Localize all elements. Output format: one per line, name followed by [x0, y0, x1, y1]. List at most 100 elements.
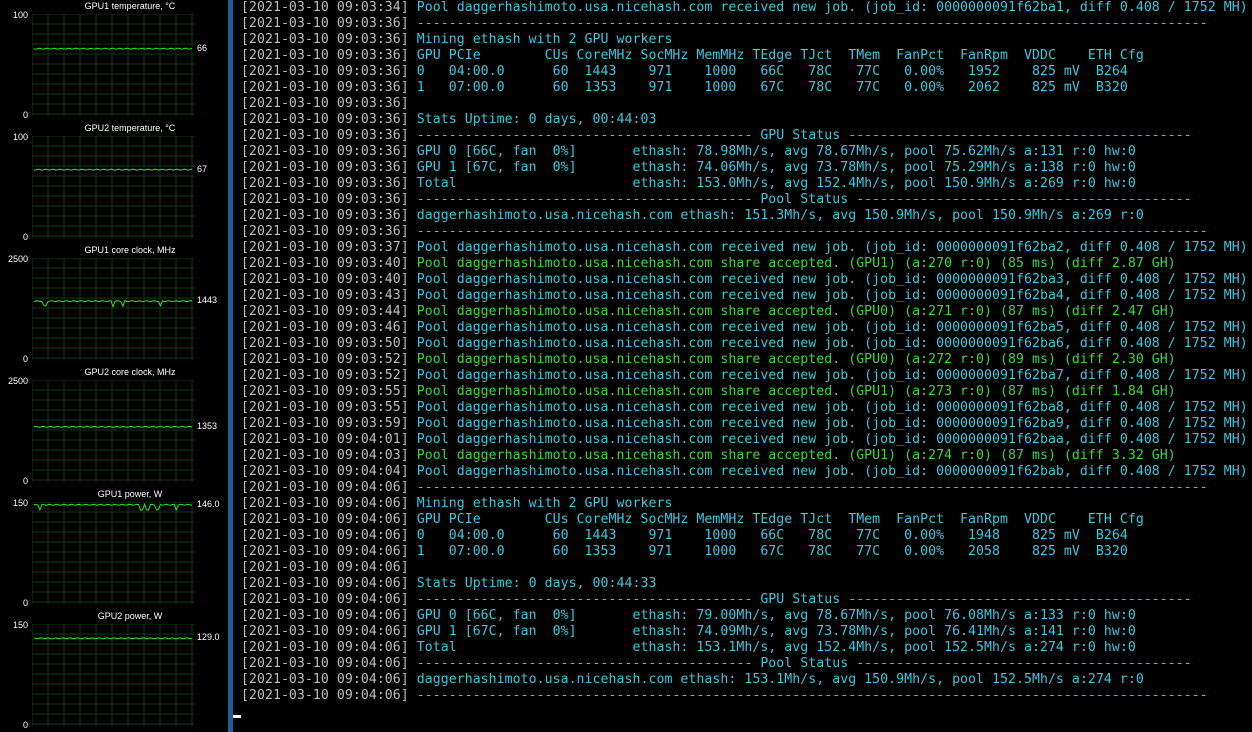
graph-panel: GPU2 temperature, °C 100 0 67: [0, 122, 228, 244]
log-timestamp: [2021-03-10 09:03:50]: [241, 336, 409, 351]
log-timestamp: [2021-03-10 09:03:36]: [241, 80, 409, 95]
console-line: [2021-03-10 09:03:36] Mining ethash with…: [241, 32, 1252, 48]
console-line: [2021-03-10 09:03:36] GPU PCIe CUs CoreM…: [241, 48, 1252, 64]
log-message: Pool daggerhashimoto.usa.nicehash.com re…: [408, 288, 1248, 303]
log-timestamp: [2021-03-10 09:03:52]: [241, 352, 409, 367]
log-timestamp: [2021-03-10 09:03:40]: [241, 256, 409, 271]
log-timestamp: [2021-03-10 09:04:06]: [241, 672, 409, 687]
log-timestamp: [2021-03-10 09:03:44]: [241, 304, 409, 319]
log-timestamp: [2021-03-10 09:03:36]: [241, 16, 409, 31]
console-line: [2021-03-10 09:04:06] GPU 0 [66C, fan 0%…: [241, 608, 1252, 624]
log-message: Total ethash: 153.0Mh/s, avg 152.4Mh/s, …: [408, 176, 1136, 191]
console-line: [2021-03-10 09:03:36] GPU 0 [66C, fan 0%…: [241, 144, 1252, 160]
log-message: 0 04:00.0 60 1443 971 1000 66C 78C 77C 0…: [408, 64, 1128, 79]
log-timestamp: [2021-03-10 09:04:06]: [241, 512, 409, 527]
log-timestamp: [2021-03-10 09:03:55]: [241, 400, 409, 415]
graph-series-line: [33, 299, 193, 308]
graph-title: GPU1 power, W: [97, 489, 163, 499]
console-line: [2021-03-10 09:03:34] Pool daggerhashimo…: [241, 0, 1252, 16]
graph-current-value: 67: [197, 163, 208, 174]
log-timestamp: [2021-03-10 09:03:36]: [241, 192, 409, 207]
log-message: GPU PCIe CUs CoreMHz SocMHz MemMHz TEdge…: [408, 48, 1144, 63]
log-message: GPU 0 [66C, fan 0%] ethash: 79.00Mh/s, a…: [408, 608, 1136, 623]
log-message: Pool daggerhashimoto.usa.nicehash.com re…: [408, 464, 1248, 479]
graph-current-value: 1353: [197, 420, 218, 431]
graph-series-line: [33, 168, 193, 171]
log-message: Stats Uptime: 0 days, 00:44:03: [408, 112, 657, 127]
graph-panel: GPU1 temperature, °C 100 0 66: [0, 0, 228, 122]
log-message: Stats Uptime: 0 days, 00:44:33: [408, 576, 657, 591]
log-message: Pool daggerhashimoto.usa.nicehash.com sh…: [408, 448, 1176, 463]
console-lines: [2021-03-10 09:03:34] Pool daggerhashimo…: [233, 0, 1252, 704]
console-line: [2021-03-10 09:03:36] ------------------…: [241, 128, 1252, 144]
console-line: [2021-03-10 09:03:37] Pool daggerhashimo…: [241, 240, 1252, 256]
console-line: [2021-03-10 09:04:03] Pool daggerhashimo…: [241, 448, 1252, 464]
console-output[interactable]: [2021-03-10 09:03:34] Pool daggerhashimo…: [233, 0, 1252, 732]
log-timestamp: [2021-03-10 09:04:04]: [241, 464, 409, 479]
log-timestamp: [2021-03-10 09:03:36]: [241, 144, 409, 159]
log-timestamp: [2021-03-10 09:03:36]: [241, 96, 409, 111]
graph-series-line: [33, 425, 193, 428]
graph-current-value: 66: [197, 42, 208, 53]
log-timestamp: [2021-03-10 09:03:46]: [241, 320, 409, 335]
log-timestamp: [2021-03-10 09:03:36]: [241, 160, 409, 175]
log-timestamp: [2021-03-10 09:03:59]: [241, 416, 409, 431]
log-message: Pool daggerhashimoto.usa.nicehash.com sh…: [408, 352, 1176, 367]
graph-panel: GPU2 power, W 150 0 129.0: [0, 610, 228, 732]
log-message: Pool daggerhashimoto.usa.nicehash.com re…: [408, 272, 1248, 287]
graph-series-line: [33, 47, 193, 50]
graph-plot: [32, 380, 194, 482]
log-message: Pool daggerhashimoto.usa.nicehash.com re…: [408, 400, 1248, 415]
console-line: [2021-03-10 09:03:36]: [241, 96, 1252, 112]
graph-y-max: 2500: [7, 254, 28, 264]
log-message: 1 07:00.0 60 1353 971 1000 67C 78C 77C 0…: [408, 80, 1128, 95]
console-line: [2021-03-10 09:03:36] Total ethash: 153.…: [241, 176, 1252, 192]
graph-current-value: 129.0: [197, 632, 220, 643]
graph-current-value: 1443: [197, 295, 218, 306]
log-timestamp: [2021-03-10 09:04:06]: [241, 608, 409, 623]
log-message: Pool daggerhashimoto.usa.nicehash.com re…: [408, 336, 1248, 351]
text-cursor: [233, 715, 241, 718]
graph-y-max: 100: [12, 132, 28, 142]
graph-plot: [32, 136, 194, 238]
log-message: ----------------------------------------…: [408, 656, 1192, 671]
log-message: Pool daggerhashimoto.usa.nicehash.com re…: [408, 320, 1248, 335]
log-timestamp: [2021-03-10 09:03:36]: [241, 112, 409, 127]
log-timestamp: [2021-03-10 09:04:06]: [241, 656, 409, 671]
log-timestamp: [2021-03-10 09:04:06]: [241, 624, 409, 639]
graph-y-min: 0: [22, 598, 28, 608]
console-line: [2021-03-10 09:03:44] Pool daggerhashimo…: [241, 304, 1252, 320]
graph-y-min: 0: [22, 110, 28, 120]
console-line: [2021-03-10 09:04:04] Pool daggerhashimo…: [241, 464, 1252, 480]
console-line: [2021-03-10 09:04:06] ------------------…: [241, 592, 1252, 608]
graph-title: GPU1 core clock, MHz: [84, 245, 176, 255]
graph-plot: [32, 14, 194, 116]
console-line: [2021-03-10 09:03:36] daggerhashimoto.us…: [241, 208, 1252, 224]
log-timestamp: [2021-03-10 09:03:43]: [241, 288, 409, 303]
console-line: [2021-03-10 09:04:06] Mining ethash with…: [241, 496, 1252, 512]
gpu-monitor-panel: GPU1 temperature, °C 100 0 66 GPU2 temperatu…: [0, 0, 228, 732]
log-message: GPU 1 [67C, fan 0%] ethash: 74.09Mh/s, a…: [408, 624, 1136, 639]
log-message: Mining ethash with 2 GPU workers: [408, 32, 673, 47]
log-message: Pool daggerhashimoto.usa.nicehash.com re…: [408, 416, 1248, 431]
log-message: ----------------------------------------…: [408, 16, 1208, 31]
graph-series-line: [33, 637, 193, 640]
log-message: Pool daggerhashimoto.usa.nicehash.com re…: [408, 0, 1248, 15]
console-line: [2021-03-10 09:03:36] ------------------…: [241, 224, 1252, 240]
console-line: [2021-03-10 09:03:52] Pool daggerhashimo…: [241, 368, 1252, 384]
log-message: GPU 0 [66C, fan 0%] ethash: 78.98Mh/s, a…: [408, 144, 1136, 159]
console-line: [2021-03-10 09:04:06] 1 07:00.0 60 1353 …: [241, 544, 1252, 560]
log-timestamp: [2021-03-10 09:04:06]: [241, 528, 409, 543]
log-message: Pool daggerhashimoto.usa.nicehash.com re…: [408, 432, 1248, 447]
console-line: [2021-03-10 09:04:06] ------------------…: [241, 688, 1252, 704]
log-message: ----------------------------------------…: [408, 192, 1192, 207]
log-timestamp: [2021-03-10 09:04:06]: [241, 576, 409, 591]
graph-title: GPU2 temperature, °C: [84, 123, 176, 133]
log-message: Pool daggerhashimoto.usa.nicehash.com re…: [408, 368, 1248, 383]
graph-y-max: 150: [12, 620, 28, 630]
graph-title: GPU2 core clock, MHz: [84, 367, 176, 377]
console-line: [2021-03-10 09:03:50] Pool daggerhashimo…: [241, 336, 1252, 352]
log-timestamp: [2021-03-10 09:03:36]: [241, 32, 409, 47]
log-timestamp: [2021-03-10 09:03:36]: [241, 224, 409, 239]
graph-series-line: [33, 502, 193, 512]
